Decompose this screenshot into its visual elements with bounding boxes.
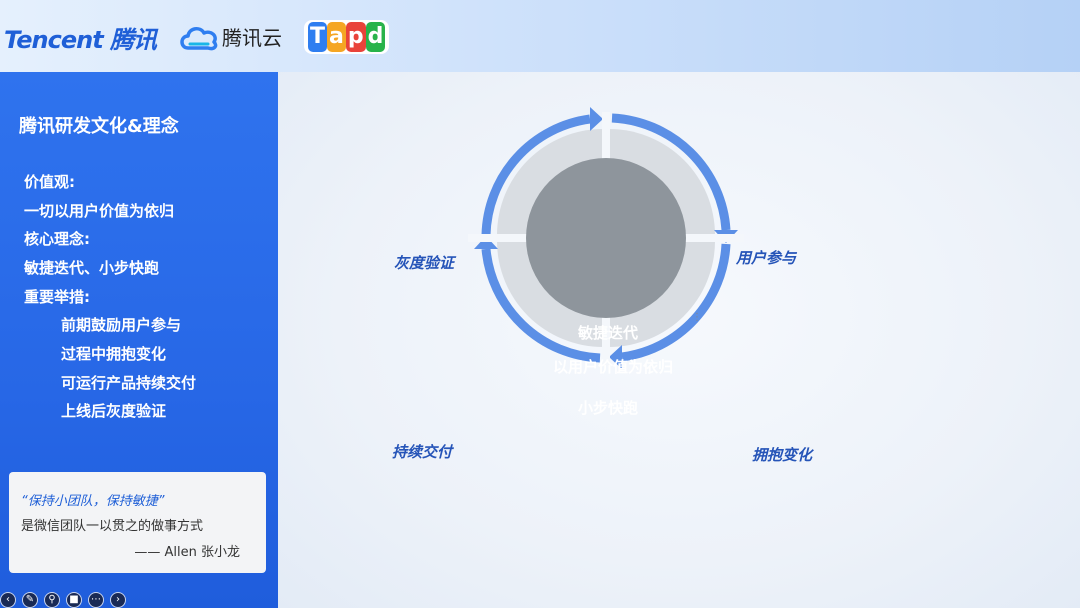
quote-description: 是微信团队一以贯之的做事方式 [21, 519, 204, 534]
list-item: 价值观: [24, 173, 75, 191]
tencent-cloud-logo-text: 腾讯云 [222, 26, 282, 50]
quote-text: “保持小团队，保持敏捷” [21, 494, 165, 509]
list-item: 重要举措: [24, 288, 90, 306]
tencent-logo: Tencent 腾讯 [4, 26, 157, 54]
label-top-left: 灰度验证 [394, 254, 455, 272]
tencent-cloud-icon [180, 27, 218, 51]
list-item: 一切以用户价值为依归 [24, 202, 175, 220]
label-top-right: 用户参与 [736, 249, 797, 267]
quote-author: —— Allen 张小龙 [134, 545, 240, 560]
sidebar-panel: 腾讯研发文化&理念 价值观: 一切以用户价值为依归 核心理念: 敏捷迭代、小步快… [0, 72, 278, 608]
next-icon[interactable]: › [110, 592, 126, 608]
arrowhead-top-left [590, 107, 603, 131]
tapd-letter: a [327, 22, 346, 52]
more-icon[interactable]: ⋯ [88, 592, 104, 608]
main-content: ⋮ 敏捷迭代 以用户价值为依归 小步快跑 灰度验证 用户参与 拥抱变化 持续交付 [278, 72, 1080, 608]
list-item: 上线后灰度验证 [61, 402, 167, 420]
label-bottom-left: 持续交付 [392, 443, 453, 461]
zoom-icon[interactable]: ⚲ [44, 592, 60, 608]
center-line-3: 小步快跑 [577, 399, 639, 417]
pen-icon[interactable]: ✎ [22, 592, 38, 608]
center-line-1: 敏捷迭代 [577, 324, 639, 342]
center-line-2: 以用户价值为依归 [552, 358, 674, 376]
tapd-letter: d [365, 22, 386, 52]
center-circle [526, 158, 686, 318]
tapd-letter: p [345, 22, 366, 52]
tapd-letter: T [308, 22, 328, 52]
presentation-toolbar: ‹ ✎ ⚲ ■ ⋯ › [0, 584, 140, 608]
sidebar-title: 腾讯研发文化&理念 [19, 116, 179, 137]
tapd-logo: T a p d [304, 20, 390, 54]
tiny-dots: ⋮ [692, 312, 702, 323]
prev-icon[interactable]: ‹ [0, 592, 16, 608]
cycle-diagram: ⋮ [468, 107, 744, 369]
list-item: 敏捷迭代、小步快跑 [24, 259, 160, 277]
label-bottom-right: 拥抱变化 [752, 446, 813, 464]
list-item: 过程中拥抱变化 [61, 345, 167, 363]
camera-icon[interactable]: ■ [66, 592, 82, 608]
header-bar: Tencent 腾讯 腾讯云 T a p d [0, 0, 1080, 72]
list-item: 核心理念: [24, 230, 90, 248]
list-item: 前期鼓励用户参与 [61, 316, 182, 334]
quote-card: “保持小团队，保持敏捷” 是微信团队一以贯之的做事方式 —— Allen 张小龙 [9, 472, 266, 573]
list-item: 可运行产品持续交付 [61, 374, 197, 392]
